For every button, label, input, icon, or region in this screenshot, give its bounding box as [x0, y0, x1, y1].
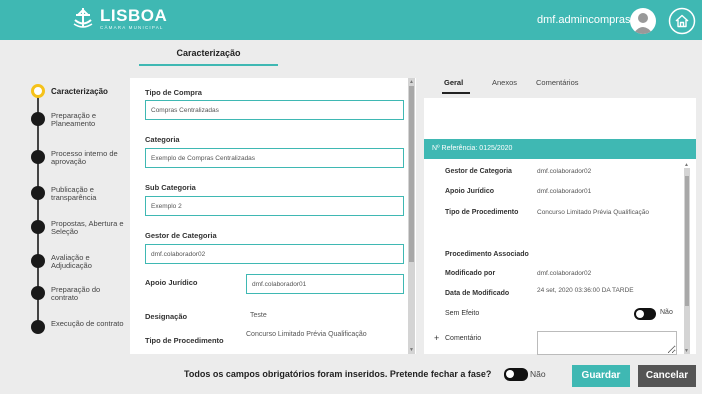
user-name[interactable]: dmf.admincompras |	[537, 14, 636, 26]
designacao-value: Teste	[250, 312, 267, 319]
step-label: Avaliação e Adjudicação	[51, 253, 92, 271]
step-label: Publicação e transparência	[51, 185, 97, 203]
caracterizacao-form: Tipo de Compra Categoria Sub Categoria G…	[130, 78, 416, 354]
step-dot	[31, 150, 45, 164]
step-dot	[31, 286, 45, 300]
scroll-down-icon[interactable]: ▼	[409, 347, 414, 353]
logo-title: LISBOA	[100, 6, 168, 25]
lisboa-emblem-icon	[73, 8, 93, 28]
close-phase-toggle[interactable]	[504, 368, 528, 381]
close-phase-question: Todos os campos obrigatórios foram inser…	[184, 369, 492, 379]
detail-modificado-label: Modificado por	[445, 270, 496, 277]
comment-textarea[interactable]	[537, 331, 677, 355]
phase-tabbar: Caracterização	[0, 40, 702, 68]
step-caracterizacao[interactable]: Caracterização	[28, 84, 128, 98]
step-avaliacao[interactable]: Avaliação e Adjudicação	[28, 253, 128, 271]
detail-apoio-label: Apoio Jurídico	[445, 188, 494, 195]
step-label: Caracterização	[51, 87, 108, 96]
detail-gestor-value: dmf.colaborador02	[537, 168, 592, 175]
lisboa-logo[interactable]: LISBOA CÂMARA MUNICIPAL	[72, 7, 167, 33]
categoria-input[interactable]	[145, 148, 404, 168]
details-scrollbar-thumb[interactable]	[685, 176, 689, 306]
step-preparacao-planeamento[interactable]: Preparação e Planeamento	[28, 111, 128, 129]
step-label: Execução de contrato	[51, 319, 124, 328]
reference-bar: Nº Referência: 0125/2020	[424, 139, 696, 159]
tab-active-underline	[139, 64, 278, 66]
step-preparacao-contrato[interactable]: Preparação do contrato	[28, 285, 128, 303]
sub-categoria-label: Sub Categoria	[145, 183, 196, 192]
detail-data-label: Data de Modificado	[445, 290, 510, 297]
tipo-procedimento-label: Tipo de Procedimento	[145, 336, 224, 345]
details-tabs: Geral Anexos Comentários	[424, 78, 696, 98]
tab-anexos[interactable]: Anexos	[492, 78, 517, 87]
logo-subtitle: CÂMARA MUNICIPAL	[100, 25, 164, 30]
tab-geral[interactable]: Geral	[444, 78, 463, 87]
gestor-categoria-input[interactable]	[145, 244, 404, 264]
details-content: Nº Referência: 0125/2020 Gestor de Categ…	[424, 98, 696, 355]
app-header: LISBOA CÂMARA MUNICIPAL dmf.admincompras…	[0, 0, 702, 40]
comentario-label: Comentário	[445, 335, 482, 342]
step-propostas[interactable]: Propostas, Abertura e Seleção	[28, 219, 128, 237]
detail-tipo-proc-value: Concurso Limitado Prévia Qualificação	[537, 209, 649, 216]
step-dot	[31, 186, 45, 200]
sem-efeito-toggle-label: Não	[660, 309, 673, 316]
phase-stepper: Caracterização Preparação e Planeamento …	[28, 80, 128, 350]
step-execucao[interactable]: Execução de contrato	[28, 319, 128, 334]
detail-data-value: 24 set, 2020 03:36:00 DA TARDE	[537, 287, 634, 294]
details-panel: Geral Anexos Comentários Nº Referência: …	[424, 78, 696, 355]
step-label: Processo interno de aprovação	[51, 149, 118, 167]
detail-gestor-label: Gestor de Categoria	[445, 168, 512, 175]
tipo-procedimento-value: Concurso Limitado Prévia Qualificação	[246, 331, 367, 338]
details-scroll-down-icon[interactable]: ▼	[684, 348, 689, 354]
details-scroll-up-icon[interactable]: ▲	[684, 162, 689, 168]
detail-modificado-value: dmf.colaborador02	[537, 270, 592, 277]
sem-efeito-label: Sem Efeito	[445, 310, 480, 317]
tab-comentarios[interactable]: Comentários	[536, 78, 579, 87]
apoio-juridico-input[interactable]	[246, 274, 404, 294]
step-dot-active	[31, 84, 45, 98]
step-dot	[31, 112, 45, 126]
step-processo-interno[interactable]: Processo interno de aprovação	[28, 149, 128, 167]
step-dot	[31, 220, 45, 234]
designacao-label: Designação	[145, 312, 188, 321]
close-phase-toggle-label: Não	[530, 369, 546, 379]
user-avatar[interactable]	[630, 8, 656, 34]
user-icon	[633, 13, 653, 34]
tipo-compra-label: Tipo de Compra	[145, 88, 202, 97]
tipo-compra-input[interactable]	[145, 100, 404, 120]
detail-tipo-proc-label: Tipo de Procedimento	[445, 209, 519, 216]
apoio-juridico-label: Apoio Jurídico	[145, 278, 198, 287]
details-scrollbar[interactable]	[684, 168, 690, 354]
categoria-label: Categoria	[145, 135, 180, 144]
detail-apoio-value: dmf.colaborador01	[537, 188, 592, 195]
cancel-button[interactable]: Cancelar	[638, 365, 696, 387]
step-dot	[31, 320, 45, 334]
form-scrollbar[interactable]	[408, 78, 415, 354]
step-dot	[31, 254, 45, 268]
sub-categoria-input[interactable]	[145, 196, 404, 216]
detail-proc-assoc-label: Procedimento Associado	[445, 251, 529, 258]
save-button[interactable]: Guardar	[572, 365, 630, 387]
add-comment-icon[interactable]: +	[434, 333, 439, 343]
step-label: Preparação e Planeamento	[51, 111, 97, 129]
scroll-up-icon[interactable]: ▲	[409, 79, 414, 85]
step-label: Preparação do contrato	[51, 285, 101, 303]
step-publicacao[interactable]: Publicação e transparência	[28, 185, 128, 203]
form-scrollbar-thumb[interactable]	[409, 86, 414, 262]
sem-efeito-toggle[interactable]	[634, 308, 656, 320]
tab-geral-underline	[442, 92, 470, 94]
gestor-categoria-label: Gestor de Categoria	[145, 231, 217, 240]
home-icon[interactable]	[668, 7, 696, 35]
step-label: Propostas, Abertura e Seleção	[51, 219, 124, 237]
